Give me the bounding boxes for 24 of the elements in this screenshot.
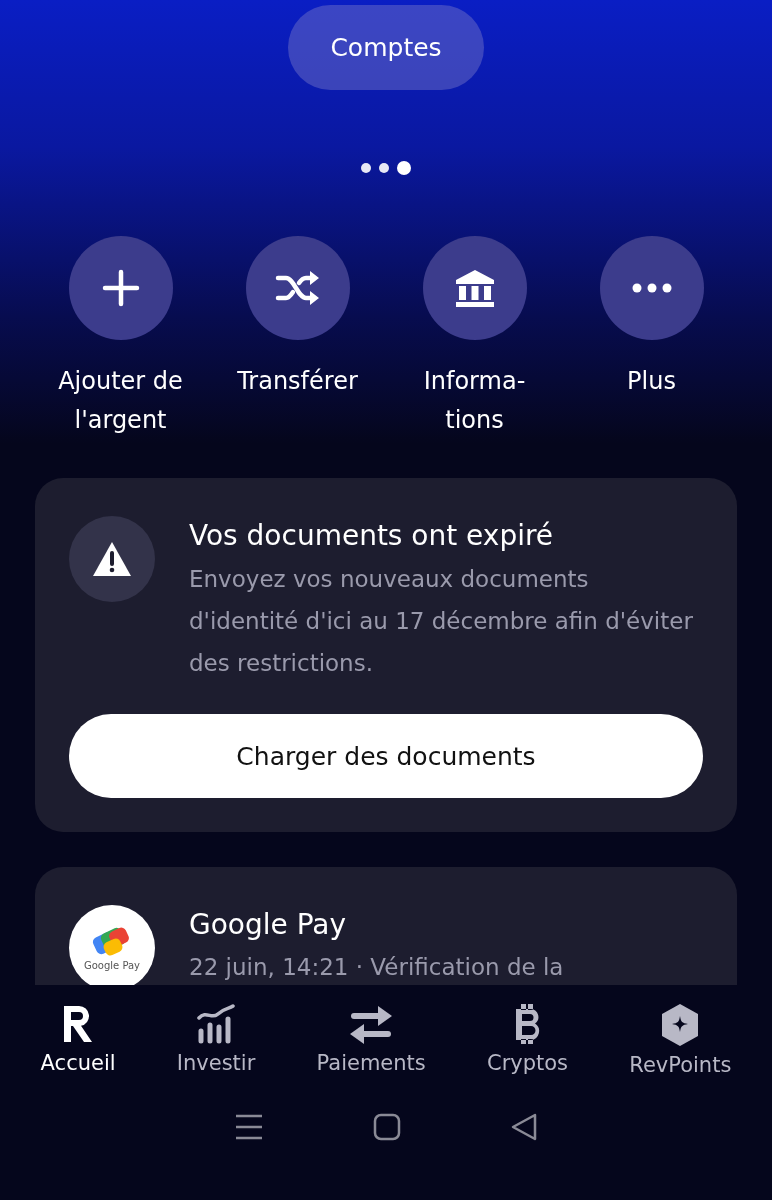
- tab[interactable]: Investir: [176, 1003, 256, 1095]
- shuffle-icon: [274, 268, 321, 308]
- plus-icon: [100, 268, 141, 308]
- action-label: Informa-tions: [422, 366, 527, 436]
- transaction-title: Google Pay: [189, 907, 347, 943]
- accounts-button[interactable]: Comptes: [288, 5, 484, 90]
- google-pay-logo: Google Pay: [69, 905, 155, 985]
- action-label: Transférer: [236, 366, 359, 397]
- more-icon: [631, 283, 672, 293]
- home-icon[interactable]: [373, 1113, 401, 1141]
- tab[interactable]: RevPoints: [629, 1003, 732, 1095]
- back-icon[interactable]: [511, 1113, 537, 1141]
- action-label: Ajouter de l'argent: [57, 366, 184, 436]
- alert-message: Envoyez vos nouveaux documents d'identité d'ici au 17 décembre afin d'éviter des restrictions.: [189, 565, 694, 678]
- transaction-details: 22 juin, 14:21 · Vérification de la: [189, 953, 564, 982]
- bank-icon: [453, 268, 496, 308]
- tab[interactable]: Cryptos: [487, 1003, 569, 1095]
- tab[interactable]: Paiements: [316, 1003, 426, 1095]
- alert-title: Vos documents ont expiré: [189, 518, 555, 554]
- upload-documents-button[interactable]: Charger des documents: [69, 714, 703, 798]
- tab[interactable]: Accueil: [40, 1003, 116, 1095]
- action-label: Plus: [626, 366, 677, 397]
- menu-icon[interactable]: [235, 1114, 263, 1140]
- bar-chart-icon: [196, 1003, 237, 1045]
